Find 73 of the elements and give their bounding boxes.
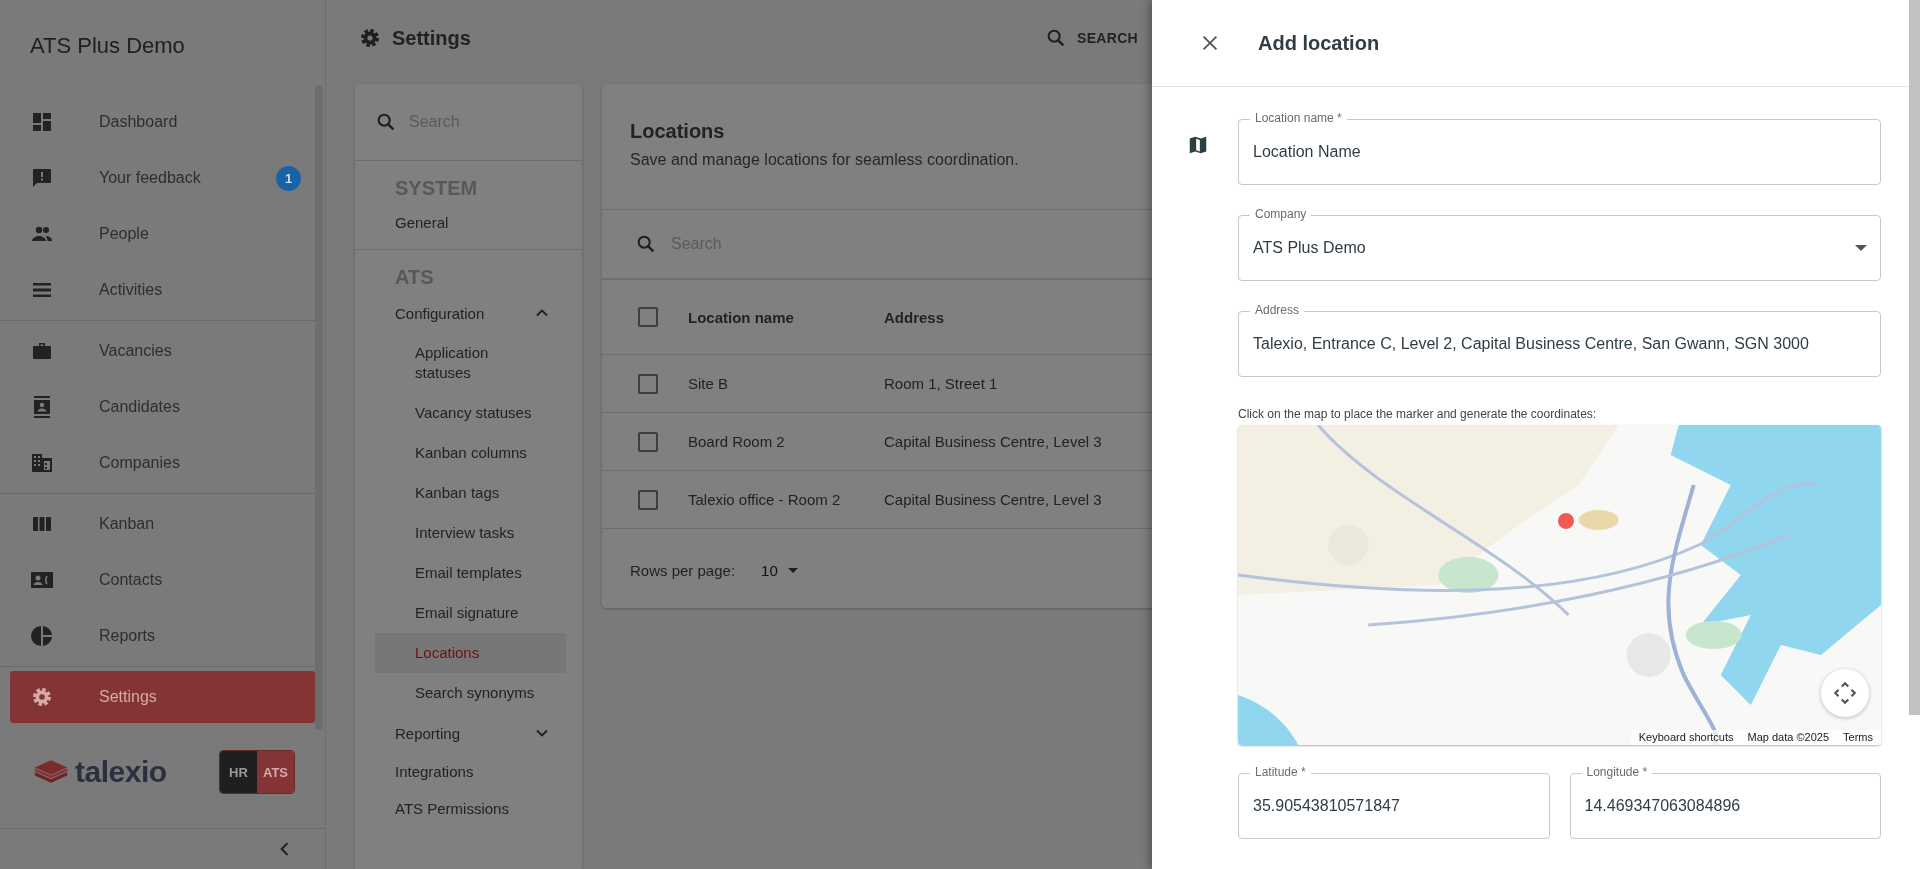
menu-item[interactable]: Kanban tags	[375, 473, 566, 513]
search-button[interactable]: SEARCH	[1037, 19, 1152, 57]
sidebar-item[interactable]: Kanban	[0, 498, 315, 550]
card-title: Locations	[630, 120, 726, 143]
move-arrows-icon	[1832, 680, 1858, 706]
panel-title: Add location	[1258, 31, 1380, 55]
map-icon	[1187, 134, 1209, 156]
rows-per-page-label: Rows per page:	[630, 561, 736, 579]
menu-item[interactable]: Application statuses	[375, 333, 566, 393]
map-hint: Click on the map to place the marker and generate the coordinates:	[1238, 407, 1598, 421]
sidebar-item[interactable]: Dashboard	[0, 96, 315, 148]
reports-icon	[30, 624, 54, 648]
app-title: ATS Plus Demo	[29, 32, 186, 60]
module-toggle[interactable]: HR	[220, 751, 257, 793]
menu-item[interactable]: Email templates	[375, 553, 566, 593]
caret-icon	[787, 567, 798, 573]
module-toggle[interactable]: ATS	[257, 751, 294, 793]
field-label: Longitude *	[1581, 765, 1653, 779]
sidebar-item[interactable]: Candidates	[0, 381, 315, 433]
dashboard-icon	[30, 110, 54, 134]
search-icon	[375, 111, 397, 133]
terms-link[interactable]: Terms	[1843, 731, 1873, 743]
menu-item[interactable]: Vacancy statuses	[375, 393, 566, 433]
logo-icon	[33, 758, 69, 786]
scrollbar[interactable]	[1909, 0, 1920, 715]
menu-item[interactable]: Search synonyms	[375, 673, 566, 713]
search-icon	[635, 233, 657, 255]
menu-item[interactable]: Integrations	[355, 753, 582, 790]
row-checkbox[interactable]	[638, 373, 658, 394]
sidebar-item[interactable]: Your feedback 1	[0, 152, 315, 204]
menu-item[interactable]: Reporting	[355, 713, 582, 753]
menu-item[interactable]: ATS Permissions	[355, 790, 582, 827]
field-label: Location name *	[1250, 111, 1347, 125]
menu-item[interactable]: Configuration	[355, 293, 582, 333]
sidebar-item[interactable]: Settings	[10, 671, 315, 723]
caret-icon	[1855, 245, 1867, 251]
field-label: Latitude *	[1250, 765, 1311, 779]
page-title: Settings	[392, 26, 471, 50]
sidebar-item[interactable]: Activities	[0, 264, 315, 316]
sidebar-item[interactable]: People	[0, 208, 315, 260]
sidebar-item[interactable]: Companies	[0, 437, 315, 489]
settings-icon	[358, 26, 382, 50]
count-badge: 1	[276, 165, 301, 191]
table-cell-text: Board Room 2	[688, 433, 786, 450]
map-data-text: Map data ©2025	[1747, 731, 1830, 743]
row-checkbox[interactable]	[638, 489, 658, 510]
field-label: Company	[1250, 207, 1312, 221]
scrollbar[interactable]	[315, 85, 323, 730]
feedback-icon	[30, 166, 54, 190]
table-cell-text: Site B	[688, 375, 730, 392]
sidebar-item[interactable]: Reports	[0, 610, 315, 662]
menu-item[interactable]: General	[355, 204, 582, 241]
menu-item[interactable]: Interview tasks	[375, 513, 566, 553]
table-cell: Room 1, Street 1	[884, 375, 998, 392]
table-cell-text: Talexio office - Room 2	[688, 491, 842, 508]
menu-item[interactable]: Email signature	[375, 593, 566, 633]
column-header[interactable]: Location name	[688, 308, 884, 326]
table-cell: Capital Business Centre, Level 3	[884, 491, 1102, 508]
companies-icon	[30, 451, 54, 475]
menu-item[interactable]: Kanban columns	[375, 433, 566, 473]
settings-icon	[30, 685, 54, 709]
brand-name: talexio	[75, 755, 167, 789]
keyboard-shortcuts-link[interactable]: Keyboard shortcuts	[1638, 731, 1734, 743]
sidebar-item[interactable]: Contacts	[0, 554, 315, 606]
table-cell: Capital Business Centre, Level 3	[884, 433, 1102, 450]
rows-per-page-select[interactable]: 10	[757, 557, 802, 583]
select-all-checkbox[interactable]	[638, 307, 658, 327]
row-checkbox[interactable]	[638, 431, 658, 452]
field-label: Address	[1250, 303, 1305, 317]
card-subtitle: Save and manage locations for seamless coordination.	[630, 151, 1020, 169]
sidebar-item[interactable]: Vacancies	[0, 325, 315, 377]
menu-item[interactable]: Locations	[375, 633, 566, 673]
column-header[interactable]: Address	[884, 308, 945, 326]
